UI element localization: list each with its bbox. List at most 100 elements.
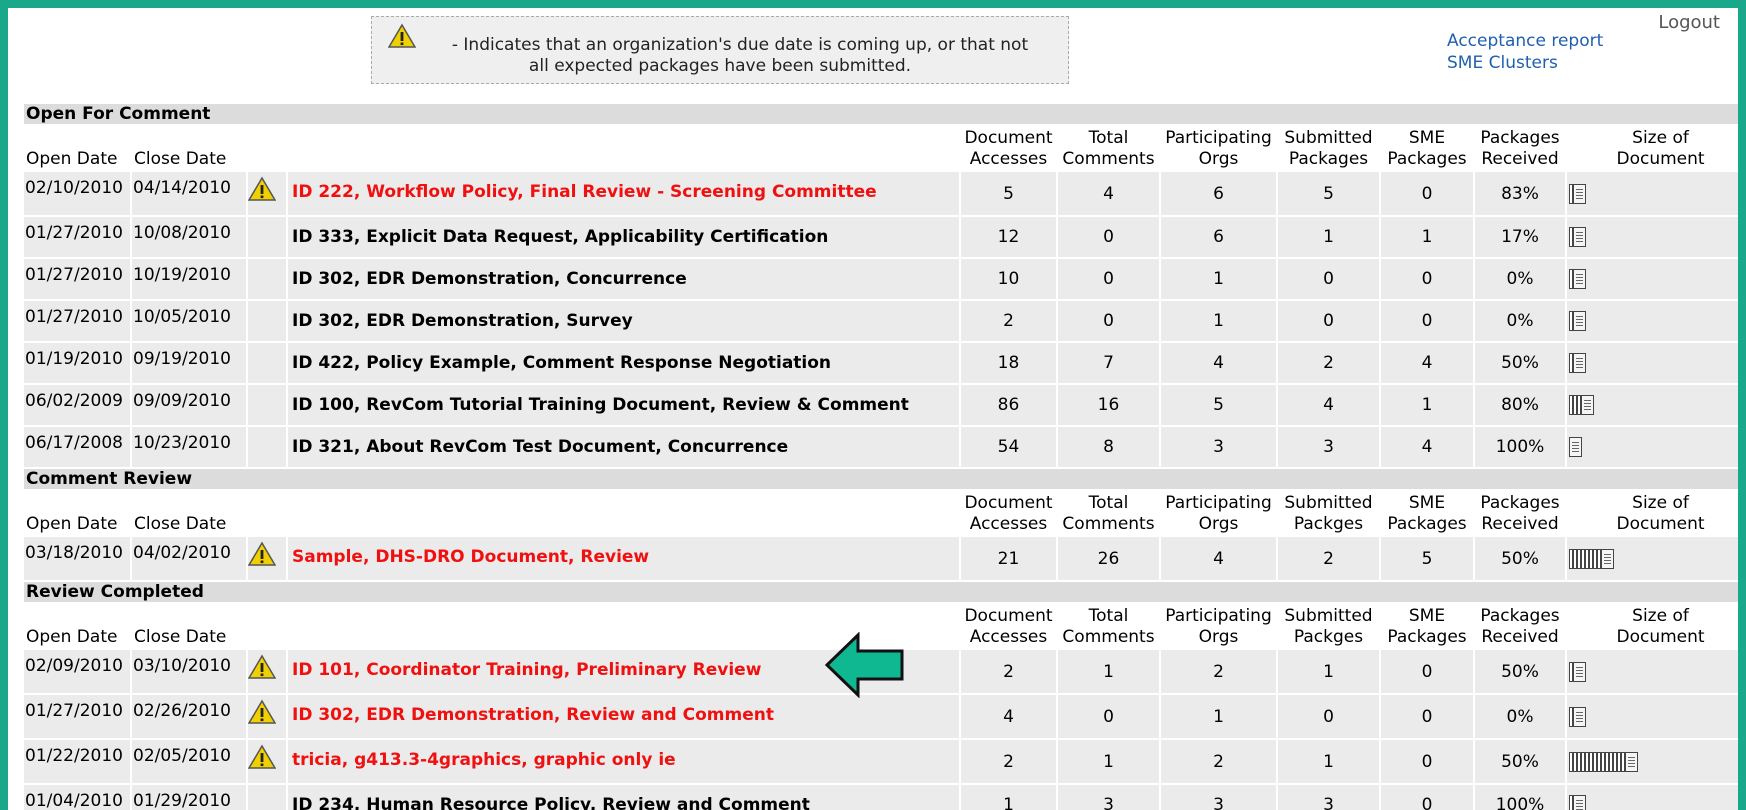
warning-icon	[248, 744, 277, 769]
document-title-link[interactable]: tricia, g413.3-4graphics, graphic only i…	[288, 740, 959, 783]
close-date: 09/09/2010	[132, 385, 246, 425]
warning-cell	[248, 259, 286, 299]
col-close-date[interactable]: Close Date	[132, 604, 246, 648]
size-cell	[1567, 385, 1738, 425]
document-icon	[1573, 269, 1586, 289]
cell-sme: 0	[1381, 172, 1473, 215]
col-close-date[interactable]: Close Date	[132, 491, 246, 535]
col-submitted-packages-line1: Submitted	[1284, 606, 1373, 626]
col-participating-orgs[interactable]: Participating Orgs	[1161, 126, 1276, 170]
legend-line1: - Indicates that an organization's due d…	[451, 35, 1029, 55]
col-packages-received-line1: Packages	[1480, 128, 1560, 148]
warning-cell	[248, 695, 286, 738]
col-submitted-packages[interactable]: Submitted Packges	[1278, 604, 1379, 648]
document-icon	[1625, 751, 1638, 772]
col-document-accesses-line1: Document	[964, 606, 1053, 626]
cell-orgs: 5	[1161, 385, 1276, 425]
cell-accesses: 18	[961, 343, 1056, 383]
cell-sme: 0	[1381, 785, 1473, 810]
document-title-link[interactable]: ID 302, EDR Demonstration, Concurrence	[288, 259, 959, 299]
acceptance-report-link[interactable]: Acceptance report	[1447, 30, 1603, 52]
col-open-date[interactable]: Open Date	[24, 126, 130, 170]
col-total-comments[interactable]: Total Comments	[1058, 126, 1159, 170]
cell-comments: 0	[1058, 259, 1159, 299]
document-title-link[interactable]: ID 321, About RevCom Test Document, Conc…	[288, 427, 959, 467]
size-cell	[1567, 537, 1738, 580]
col-size-of-document[interactable]: Size of Document	[1567, 126, 1738, 170]
col-packages-received[interactable]: Packages Received	[1475, 491, 1565, 535]
cell-submitted: 4	[1278, 385, 1379, 425]
document-title-link[interactable]: ID 302, EDR Demonstration, Review and Co…	[288, 695, 959, 738]
open-date: 01/27/2010	[24, 259, 130, 299]
pointer-arrow	[825, 632, 904, 698]
col-participating-orgs[interactable]: Participating Orgs	[1161, 491, 1276, 535]
col-sme-packages[interactable]: SME Packages	[1381, 126, 1473, 170]
document-title-link[interactable]: Sample, DHS-DRO Document, Review	[288, 537, 959, 580]
table-row[interactable]: 01/27/2010 10/19/2010 ID 302, EDR Demonstr…	[24, 259, 1738, 299]
warning-cell	[248, 740, 286, 783]
col-sme-packages[interactable]: SME Packages	[1381, 604, 1473, 648]
col-total-comments-line2: Comments	[1062, 514, 1155, 534]
document-size-icon[interactable]	[1569, 269, 1586, 289]
col-packages-received[interactable]: Packages Received	[1475, 604, 1565, 648]
document-size-icon[interactable]	[1569, 183, 1586, 204]
table-row[interactable]: 02/10/2010 04/14/2010 ID 222, Workflow Pol…	[24, 172, 1738, 215]
document-title-link[interactable]: ID 222, Workflow Policy, Final Review - …	[288, 172, 959, 215]
table-row[interactable]: 01/27/2010 10/08/2010 ID 333, Explicit Dat…	[24, 217, 1738, 257]
document-size-icon[interactable]	[1569, 395, 1594, 415]
document-size-icon[interactable]	[1569, 795, 1586, 810]
cell-sme: 0	[1381, 740, 1473, 783]
col-document-accesses[interactable]: Document Accesses	[961, 604, 1056, 648]
size-cell	[1567, 785, 1738, 810]
col-size-of-document-line2: Document	[1616, 149, 1705, 169]
table-row[interactable]: 01/04/2010 01/29/2010 ID 234, Human Resour…	[24, 785, 1738, 810]
col-open-date[interactable]: Open Date	[24, 604, 130, 648]
col-size-of-document[interactable]: Size of Document	[1567, 604, 1738, 648]
col-submitted-packages[interactable]: Submitted Packages	[1278, 126, 1379, 170]
col-open-date[interactable]: Open Date	[24, 491, 130, 535]
page-frame: - Indicates that an organization's due d…	[8, 8, 1738, 810]
col-participating-orgs[interactable]: Participating Orgs	[1161, 604, 1276, 648]
document-size-icon[interactable]	[1569, 548, 1614, 569]
document-size-icon[interactable]	[1569, 311, 1586, 331]
col-submitted-packages[interactable]: Submitted Packges	[1278, 491, 1379, 535]
col-total-comments[interactable]: Total Comments	[1058, 604, 1159, 648]
table-row[interactable]: 06/17/2008 10/23/2010 ID 321, About RevCom…	[24, 427, 1738, 467]
table-row[interactable]: 01/19/2010 09/19/2010 ID 422, Policy Examp…	[24, 343, 1738, 383]
col-participating-orgs-line2: Orgs	[1198, 149, 1239, 169]
table-row[interactable]: 01/27/2010 02/26/2010 ID 302, EDR Demonstr…	[24, 695, 1738, 738]
section-header: Review Completed	[24, 582, 1738, 602]
document-title-link[interactable]: ID 234, Human Resource Policy, Review an…	[288, 785, 959, 810]
table-row[interactable]: 03/18/2010 04/02/2010 Sample, DHS-DRO Docu…	[24, 537, 1738, 580]
document-title-link[interactable]: ID 333, Explicit Data Request, Applicabi…	[288, 217, 959, 257]
document-size-icon[interactable]	[1569, 227, 1586, 247]
document-size-icon[interactable]	[1569, 353, 1586, 373]
cell-received: 17%	[1475, 217, 1565, 257]
sme-clusters-link[interactable]: SME Clusters	[1447, 52, 1603, 74]
section-header: Open For Comment	[24, 104, 1738, 124]
col-sme-packages-line1: SME	[1408, 493, 1446, 513]
cell-accesses: 2	[961, 740, 1056, 783]
col-document-accesses[interactable]: Document Accesses	[961, 491, 1056, 535]
document-size-icon[interactable]	[1569, 751, 1638, 772]
table-row[interactable]: 01/22/2010 02/05/2010 tricia, g413.3-4grap…	[24, 740, 1738, 783]
document-title-link[interactable]: ID 302, EDR Demonstration, Survey	[288, 301, 959, 341]
document-size-icon[interactable]	[1569, 661, 1586, 682]
col-size-of-document[interactable]: Size of Document	[1567, 491, 1738, 535]
col-packages-received-line1: Packages	[1480, 606, 1560, 626]
document-size-icon[interactable]	[1569, 706, 1586, 727]
col-document-accesses[interactable]: Document Accesses	[961, 126, 1056, 170]
col-submitted-packages-line2: Packges	[1293, 514, 1364, 534]
table-row[interactable]: 06/02/2009 09/09/2010 ID 100, RevCom Tutor…	[24, 385, 1738, 425]
cell-received: 50%	[1475, 650, 1565, 693]
document-title-link[interactable]: ID 422, Policy Example, Comment Response…	[288, 343, 959, 383]
col-sme-packages[interactable]: SME Packages	[1381, 491, 1473, 535]
logout-link[interactable]: Logout	[1658, 12, 1720, 33]
document-title-link[interactable]: ID 100, RevCom Tutorial Training Documen…	[288, 385, 959, 425]
col-total-comments[interactable]: Total Comments	[1058, 491, 1159, 535]
table-row[interactable]: 01/27/2010 10/05/2010 ID 302, EDR Demonstr…	[24, 301, 1738, 341]
col-packages-received[interactable]: Packages Received	[1475, 126, 1565, 170]
document-size-icon[interactable]	[1569, 437, 1582, 457]
cell-orgs: 6	[1161, 217, 1276, 257]
col-close-date[interactable]: Close Date	[132, 126, 246, 170]
